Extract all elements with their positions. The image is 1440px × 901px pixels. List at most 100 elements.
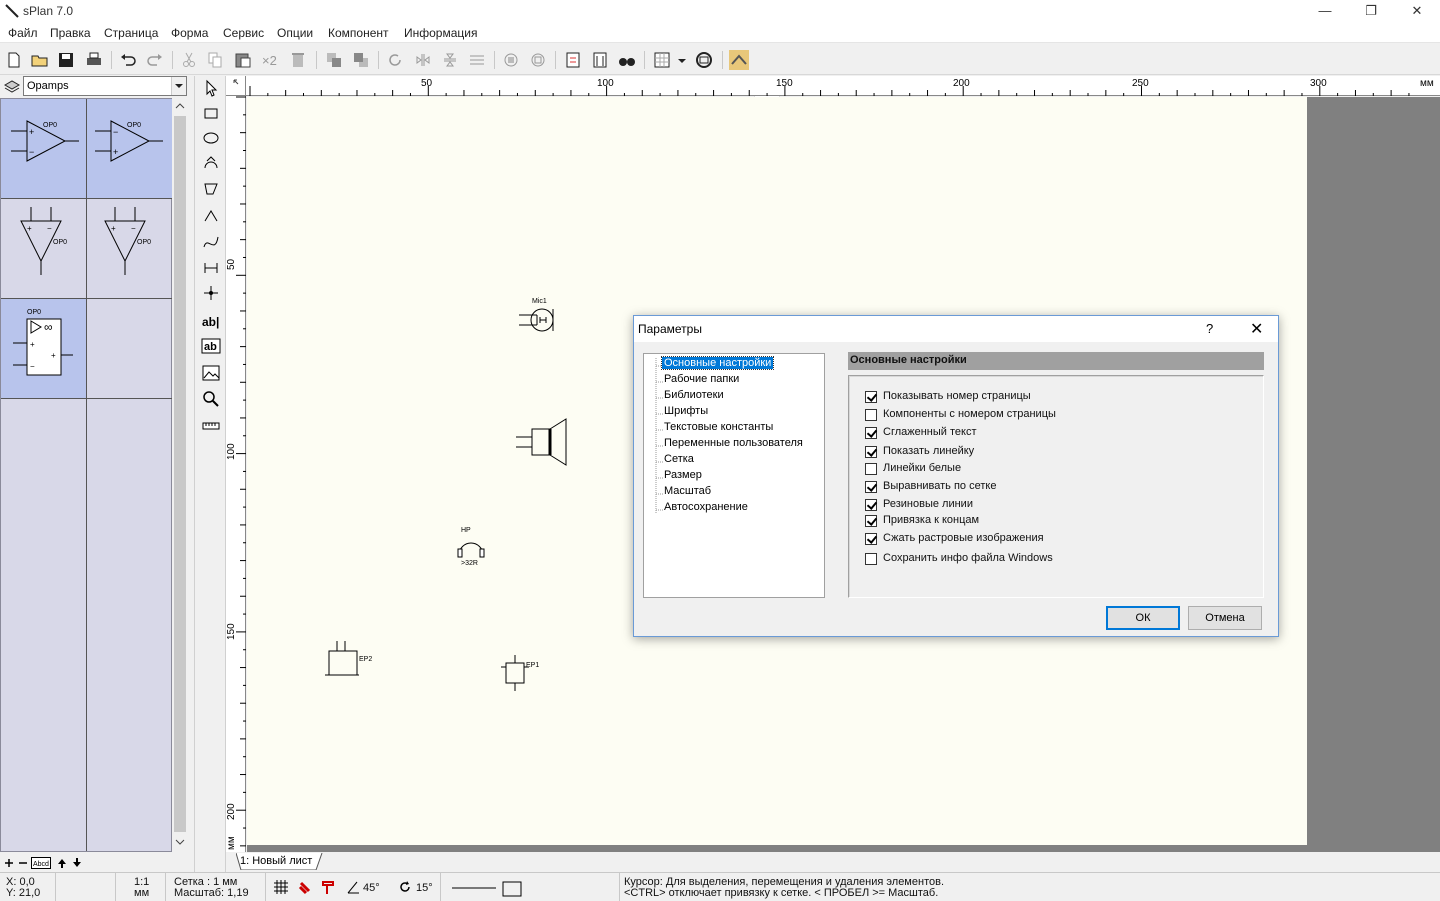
checkbox[interactable] bbox=[865, 446, 877, 458]
tree-item-user-variables[interactable]: Переменные пользователя bbox=[664, 437, 803, 449]
zoom-fit-icon[interactable] bbox=[694, 50, 714, 70]
checkbox[interactable] bbox=[865, 533, 877, 545]
chevron-down-icon[interactable] bbox=[171, 77, 186, 95]
cut-icon[interactable] bbox=[179, 50, 199, 70]
textbox-tool-icon[interactable]: ab bbox=[201, 336, 221, 356]
mirror-h-icon[interactable] bbox=[413, 50, 433, 70]
menu-file[interactable]: Файл bbox=[8, 26, 38, 40]
library-cell-opamp-3[interactable]: + − OP0 bbox=[1, 199, 87, 299]
tree-item-libraries[interactable]: Библиотеки bbox=[664, 389, 724, 401]
menu-shape[interactable]: Форма bbox=[171, 26, 208, 40]
dialog-help-button[interactable]: ? bbox=[1206, 321, 1213, 336]
chevron-down-icon[interactable] bbox=[676, 50, 688, 70]
find-binoculars-icon[interactable] bbox=[617, 50, 637, 70]
library-cell-opamp-4[interactable]: + − OP0 bbox=[87, 199, 173, 299]
checkbox[interactable] bbox=[865, 481, 877, 493]
menu-page[interactable]: Страница bbox=[104, 26, 158, 40]
checkbox[interactable] bbox=[865, 391, 877, 403]
junction-tool-icon[interactable] bbox=[201, 283, 221, 303]
grid-icon[interactable] bbox=[652, 50, 672, 70]
tree-item-scale[interactable]: Масштаб bbox=[664, 485, 711, 497]
add-icon[interactable] bbox=[3, 857, 15, 869]
library-cell-opamp-1[interactable]: + − OP0 bbox=[1, 99, 87, 199]
align-icon[interactable] bbox=[467, 50, 487, 70]
select-arrow-icon[interactable] bbox=[201, 78, 221, 98]
move-down-icon[interactable] bbox=[71, 857, 83, 869]
delete-icon[interactable] bbox=[288, 50, 308, 70]
menu-service[interactable]: Сервис bbox=[223, 26, 264, 40]
rectangle-tool-icon[interactable] bbox=[201, 103, 221, 123]
menu-component[interactable]: Компонент bbox=[328, 26, 389, 40]
library-cell-opamp-2[interactable]: − + OP0 bbox=[87, 99, 173, 199]
redo-icon[interactable] bbox=[145, 50, 165, 70]
mirror-v-icon[interactable] bbox=[440, 50, 460, 70]
checkbox[interactable] bbox=[865, 499, 877, 511]
copy-icon[interactable] bbox=[205, 50, 225, 70]
sheet-tab-label[interactable]: 1: Новый лист bbox=[240, 855, 312, 867]
checkbox[interactable] bbox=[865, 427, 877, 439]
tree-item-text-constants[interactable]: Текстовые константы bbox=[664, 421, 773, 433]
polygon-tool-icon[interactable] bbox=[201, 179, 221, 199]
minimize-button[interactable]: — bbox=[1302, 0, 1348, 23]
ok-button[interactable]: ОК bbox=[1106, 606, 1180, 630]
tree-item-fonts[interactable]: Шрифты bbox=[664, 405, 708, 417]
status-angle-2[interactable]: 15° bbox=[416, 882, 433, 894]
measure-tool-icon[interactable] bbox=[201, 416, 221, 436]
status-angle-1[interactable]: 45° bbox=[363, 882, 380, 894]
tree-item-size[interactable]: Размер bbox=[664, 469, 702, 481]
tree-item-grid[interactable]: Сетка bbox=[664, 453, 694, 465]
headphones-symbol[interactable]: HP >32R bbox=[455, 525, 491, 569]
rotate-step-icon[interactable] bbox=[398, 879, 412, 895]
rename-icon[interactable]: Abcd bbox=[31, 857, 51, 869]
zoom-tool-icon[interactable] bbox=[201, 389, 221, 409]
bezier-tool-icon[interactable] bbox=[201, 232, 221, 252]
restore-button[interactable]: ❐ bbox=[1348, 0, 1394, 23]
checkbox[interactable] bbox=[865, 463, 877, 475]
open-folder-icon[interactable] bbox=[30, 50, 50, 70]
microphone-symbol[interactable]: Mic1 bbox=[515, 295, 565, 337]
magnet-icon[interactable] bbox=[298, 879, 314, 895]
pin-icon[interactable] bbox=[320, 879, 336, 895]
rotate-icon[interactable] bbox=[385, 50, 405, 70]
paste-icon[interactable] bbox=[233, 50, 253, 70]
checkbox[interactable] bbox=[865, 515, 877, 527]
remove-icon[interactable] bbox=[17, 857, 29, 869]
checkbox[interactable] bbox=[865, 409, 877, 421]
image-tool-icon[interactable] bbox=[201, 363, 221, 383]
grid-toggle-icon[interactable] bbox=[273, 879, 289, 895]
save-icon[interactable] bbox=[56, 50, 76, 70]
move-up-icon[interactable] bbox=[56, 857, 68, 869]
library-cell-empty[interactable] bbox=[87, 299, 173, 399]
ungroup-icon[interactable] bbox=[528, 50, 548, 70]
library-select[interactable]: Opamps bbox=[23, 76, 187, 96]
cancel-button[interactable]: Отмена bbox=[1188, 606, 1262, 630]
library-cell-opamp-5[interactable]: OP0 ∞ + − + bbox=[1, 299, 87, 399]
tree-item-autosave[interactable]: Автосохранение bbox=[664, 501, 748, 513]
library-scrollbar[interactable] bbox=[172, 98, 188, 852]
scrollbar-thumb[interactable] bbox=[174, 116, 186, 832]
send-back-icon[interactable] bbox=[351, 50, 371, 70]
earpiece-ep1-symbol[interactable]: EP1 bbox=[501, 653, 551, 693]
bring-front-icon[interactable] bbox=[324, 50, 344, 70]
ellipse-tool-icon[interactable] bbox=[201, 128, 221, 148]
speaker-symbol[interactable] bbox=[512, 415, 572, 469]
list-icon[interactable] bbox=[590, 50, 610, 70]
line-style-icon[interactable] bbox=[450, 881, 530, 897]
scroll-up-icon[interactable] bbox=[174, 100, 186, 112]
print-icon[interactable] bbox=[84, 50, 104, 70]
arc-tool-icon[interactable] bbox=[201, 153, 221, 173]
group-icon[interactable] bbox=[501, 50, 521, 70]
angle-icon[interactable] bbox=[346, 879, 360, 895]
tree-item-general[interactable]: Основные настройки bbox=[660, 356, 775, 370]
close-button[interactable]: ✕ bbox=[1394, 0, 1440, 23]
duplicate-x2-icon[interactable]: ×2 bbox=[261, 50, 281, 70]
checkbox[interactable] bbox=[865, 553, 877, 565]
earpiece-ep2-symbol[interactable]: EP2 bbox=[325, 637, 385, 681]
snap-highlight-icon[interactable] bbox=[729, 50, 749, 70]
menu-options[interactable]: Опции bbox=[277, 26, 313, 40]
line-tool-icon[interactable] bbox=[201, 206, 221, 226]
tree-item-folders[interactable]: Рабочие папки bbox=[664, 373, 739, 385]
text-tool-icon[interactable]: ab| bbox=[201, 311, 221, 331]
new-file-icon[interactable] bbox=[4, 50, 24, 70]
page-number-icon[interactable] bbox=[563, 50, 583, 70]
